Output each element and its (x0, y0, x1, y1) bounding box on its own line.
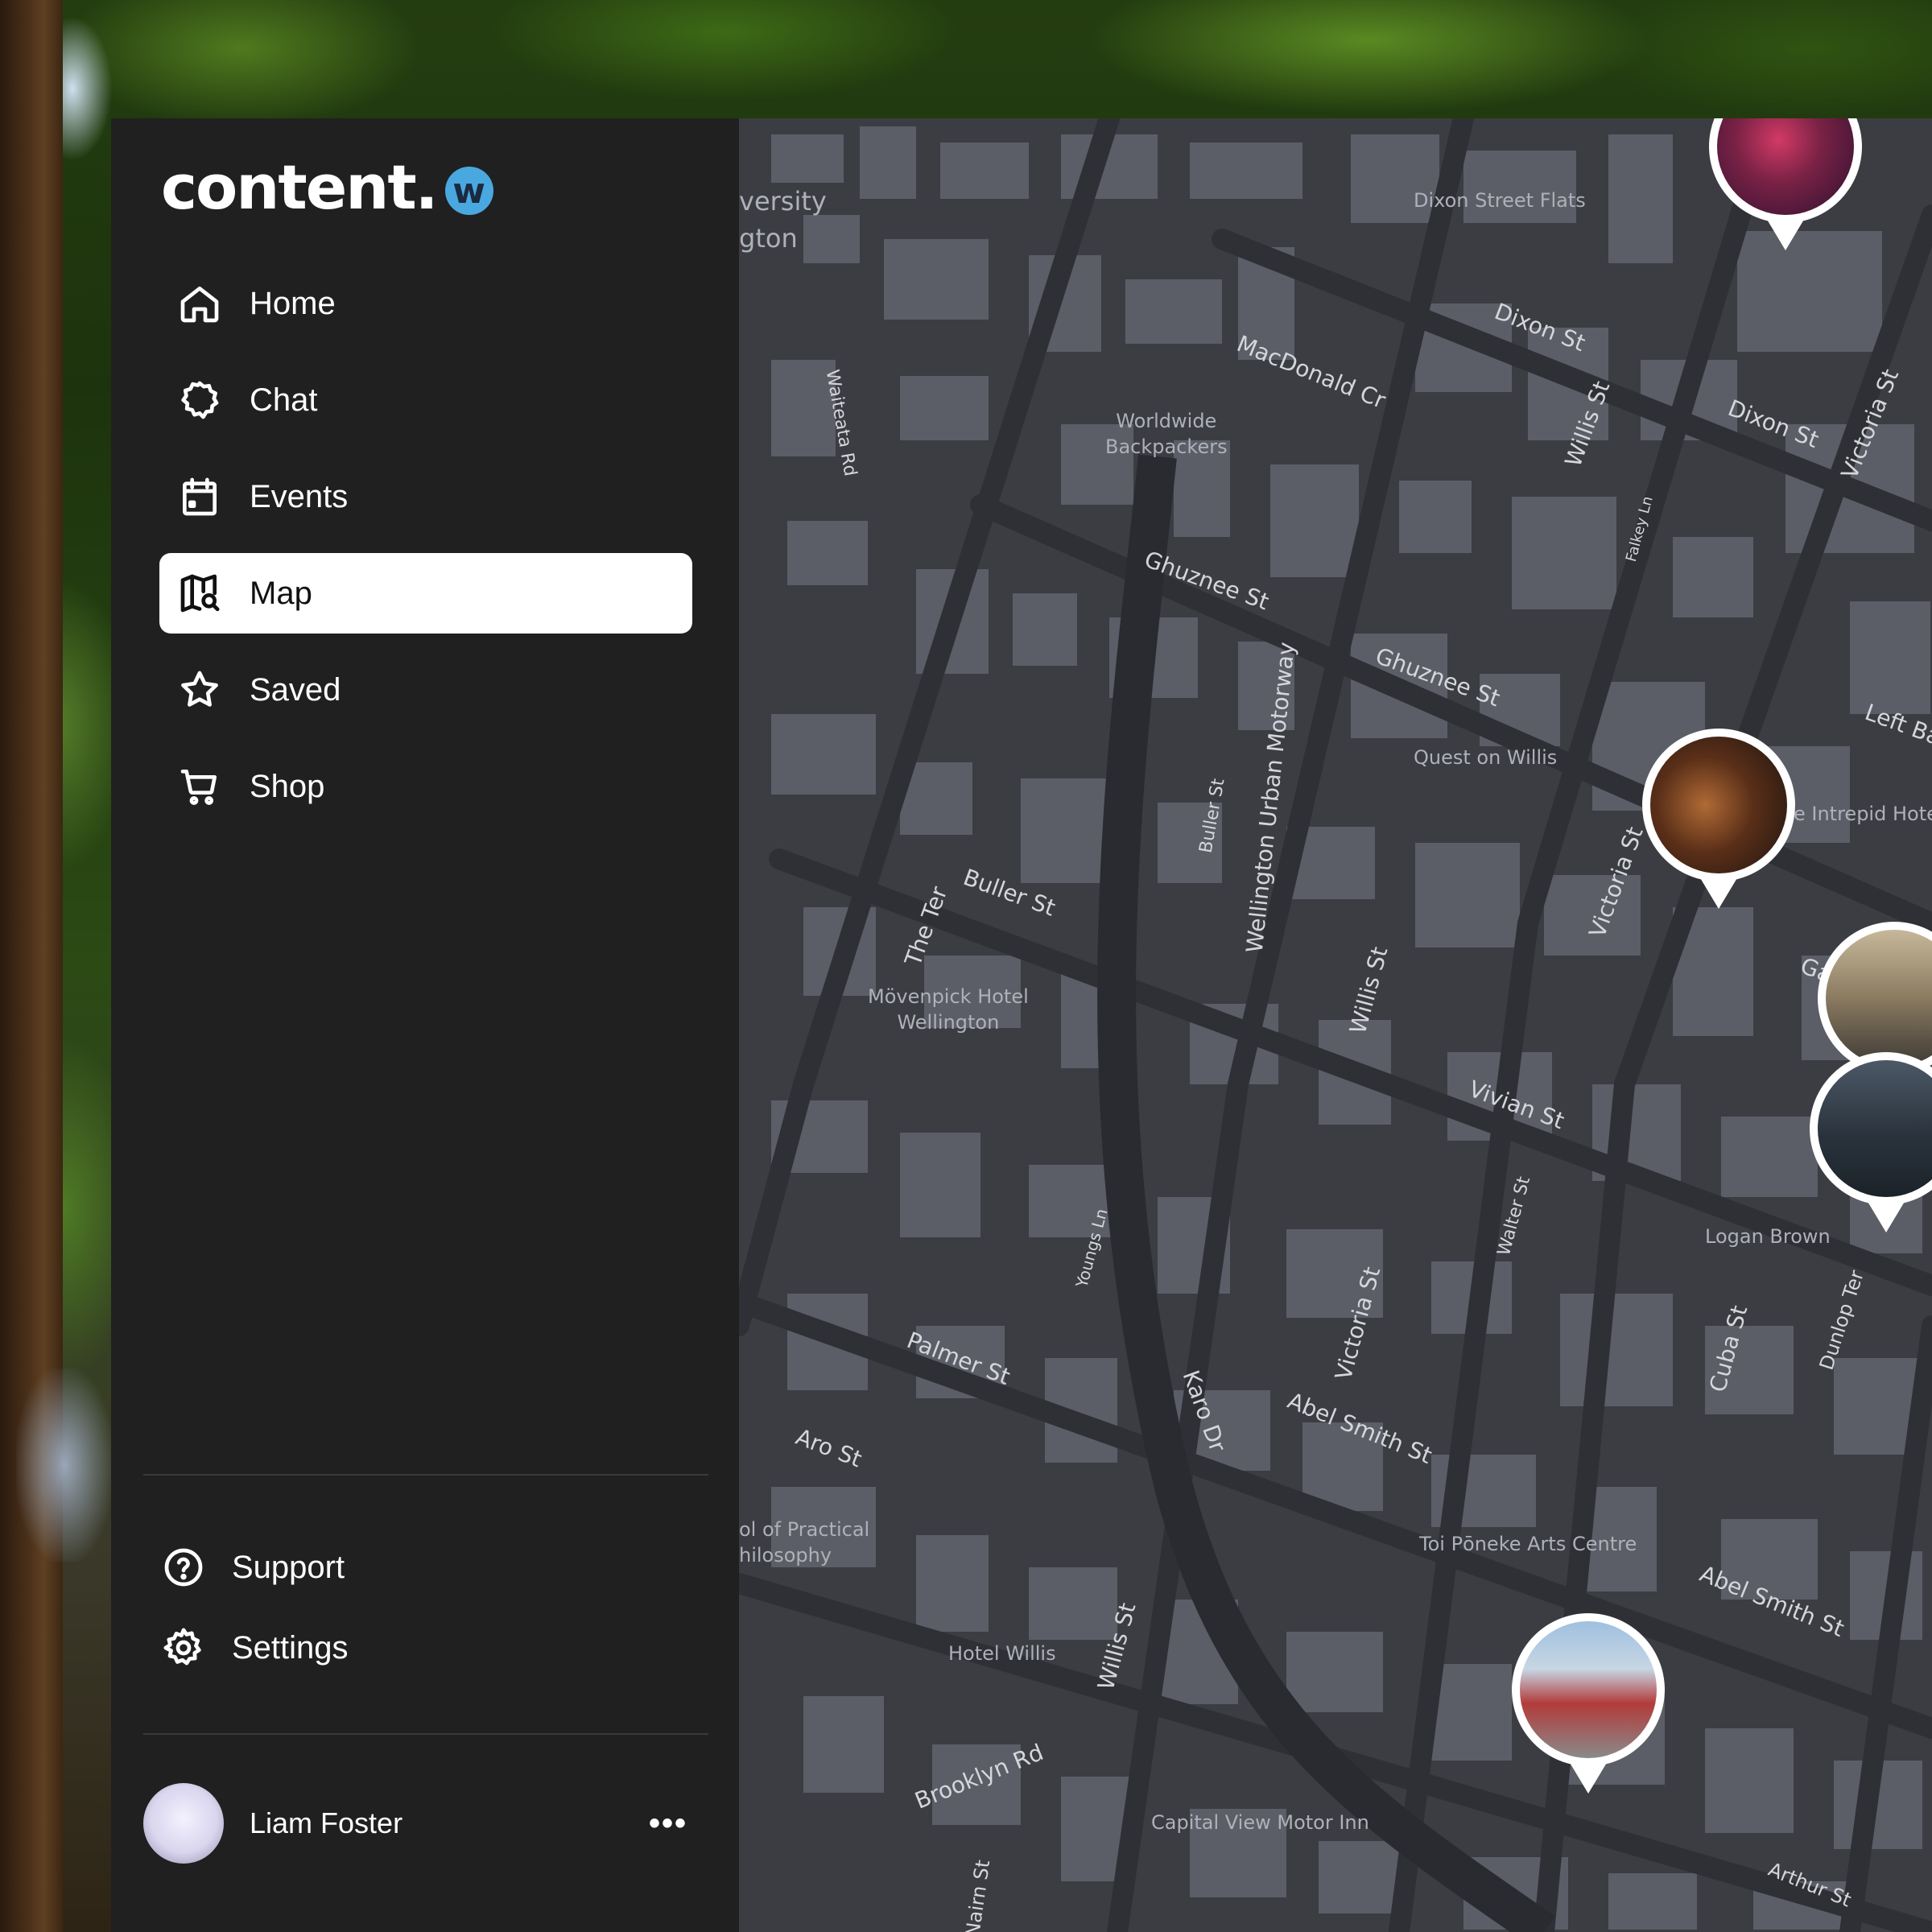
nav-label-map: Map (250, 575, 312, 611)
place-label: Hotel Willis (948, 1642, 1056, 1665)
venue-pin-musicians[interactable] (1642, 729, 1795, 914)
venue-photo (1826, 930, 1932, 1067)
venue-pin-valhalla[interactable] (1810, 1052, 1932, 1237)
place-label: versity gton (739, 186, 827, 254)
chat-icon (175, 376, 224, 424)
path-patch (16, 1368, 113, 1562)
divider (143, 1474, 708, 1476)
nav-item-chat[interactable]: Chat (159, 360, 692, 440)
place-label: Dixon Street Flats (1414, 189, 1586, 212)
settings-label: Settings (232, 1629, 349, 1666)
nav-item-map[interactable]: Map (159, 553, 692, 634)
place-label: e Intrepid Hote (1794, 803, 1932, 825)
cart-icon (175, 762, 224, 811)
nav-label-chat: Chat (250, 382, 318, 418)
nav-item-saved[interactable]: Saved (159, 650, 692, 730)
nav-label-events: Events (250, 478, 349, 514)
map-icon (175, 569, 224, 617)
calendar-icon (175, 473, 224, 521)
tree-trunk (0, 0, 63, 1932)
venue-pin-building[interactable] (1512, 1613, 1665, 1798)
support-label: Support (232, 1549, 345, 1585)
app-logo[interactable]: content. w (161, 151, 493, 223)
nav-item-home[interactable]: Home (159, 263, 692, 344)
venue-pin-concert[interactable] (1709, 118, 1862, 255)
gear-icon (159, 1624, 208, 1672)
venue-photo (1717, 118, 1854, 215)
venue-photo (1818, 1060, 1932, 1197)
place-label: ol of Practical hilosophy (739, 1518, 870, 1567)
nav-label-shop: Shop (250, 768, 325, 804)
nav-item-events[interactable]: Events (159, 456, 692, 537)
user-name: Liam Foster (250, 1806, 403, 1839)
help-icon (159, 1543, 208, 1591)
secondary-nav: Support Settings (159, 1535, 692, 1696)
user-profile[interactable]: Liam Foster ••• (143, 1779, 707, 1868)
place-label: Toi Pōneke Arts Centre (1419, 1533, 1637, 1555)
avatar[interactable] (143, 1783, 224, 1864)
map-view[interactable]: versity gton Dixon Street Flats Worldwid… (739, 118, 1932, 1932)
nav-item-shop[interactable]: Shop (159, 746, 692, 827)
place-label: Mövenpick Hotel Wellington (868, 985, 1029, 1034)
home-icon (175, 279, 224, 328)
venue-photo (1520, 1621, 1657, 1758)
divider (143, 1733, 708, 1735)
more-options-icon[interactable]: ••• (649, 1806, 687, 1842)
place-label: Quest on Willis (1414, 746, 1558, 769)
sidebar: content. w Home Chat Events Map Saved Sh… (111, 118, 739, 1932)
main-nav: Home Chat Events Map Saved Shop (159, 263, 692, 843)
nav-label-home: Home (250, 285, 336, 321)
support-link[interactable]: Support (159, 1535, 692, 1600)
venue-photo (1650, 737, 1787, 873)
place-label: Capital View Motor Inn (1151, 1811, 1369, 1834)
nav-label-saved: Saved (250, 671, 341, 708)
star-icon (175, 666, 224, 714)
place-label: Worldwide Backpackers (1105, 410, 1228, 458)
settings-link[interactable]: Settings (159, 1616, 692, 1680)
logo-text: content. (161, 151, 439, 223)
logo-badge: w (444, 167, 493, 215)
